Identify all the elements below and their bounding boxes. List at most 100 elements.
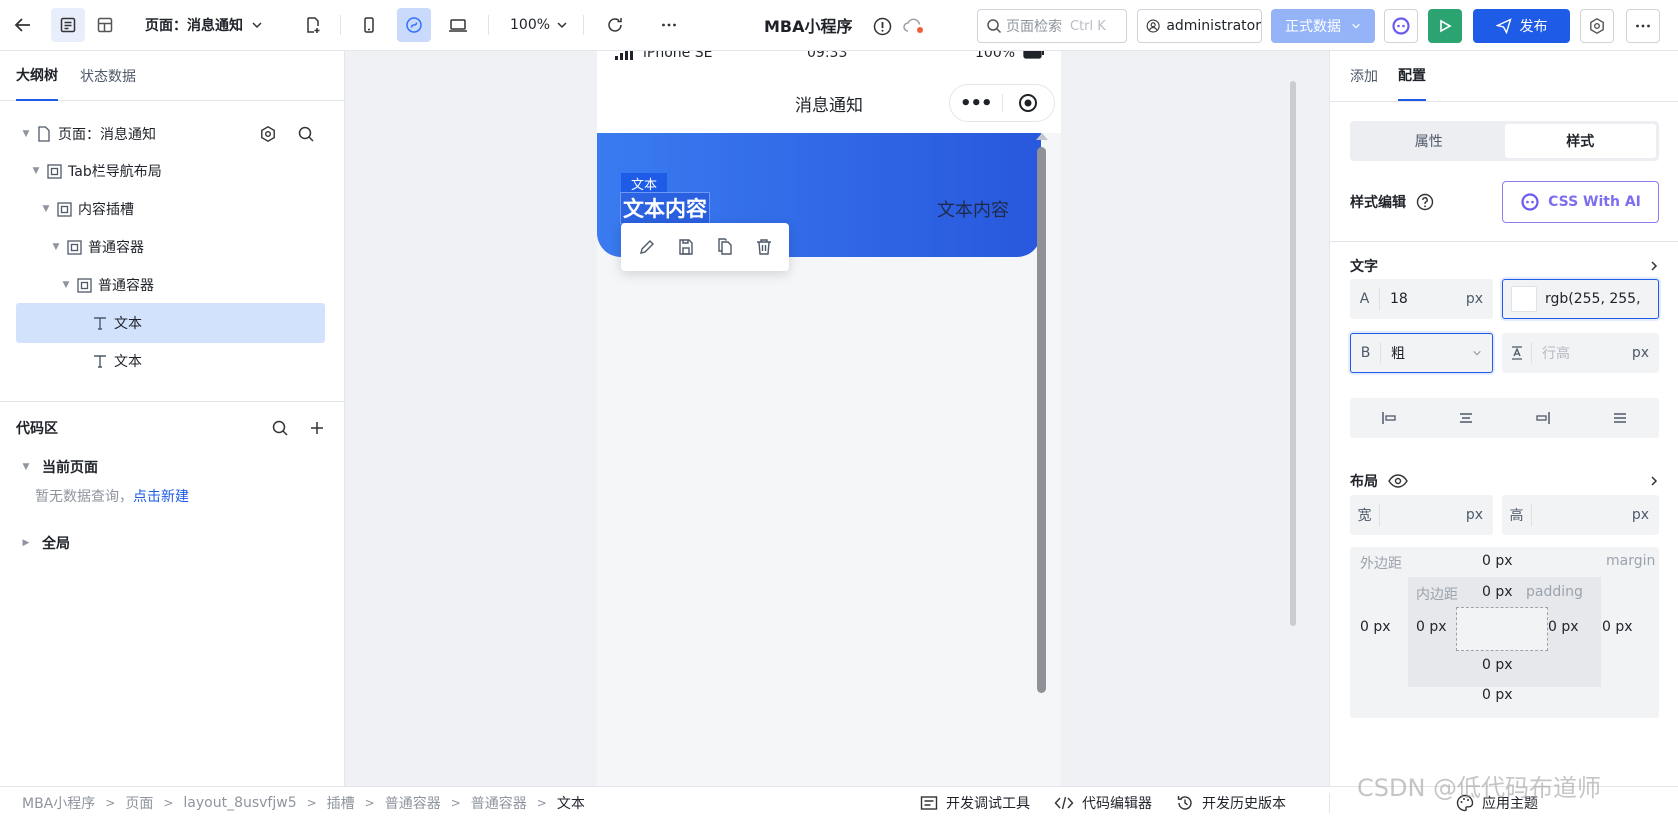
publish-button[interactable]: 发布 xyxy=(1473,9,1570,43)
more-menu-icon[interactable] xyxy=(1626,9,1660,43)
tree-item-tab-layout[interactable]: ▼ Tab栏导航布局 xyxy=(16,151,325,191)
layout-section-title[interactable]: 布局 xyxy=(1350,466,1408,496)
add-code-icon[interactable] xyxy=(309,420,325,436)
tab-config[interactable]: 配置 xyxy=(1398,51,1426,101)
css-with-ai-button[interactable]: CSS With AI xyxy=(1502,181,1659,223)
align-right-icon[interactable] xyxy=(1534,409,1552,427)
settings-icon[interactable] xyxy=(1580,9,1614,43)
tree-search-icon[interactable] xyxy=(297,125,315,143)
back-arrow-icon[interactable] xyxy=(6,8,40,42)
chevron-right-icon[interactable] xyxy=(1648,251,1660,281)
history-button[interactable]: 开发历史版本 xyxy=(1176,793,1286,813)
more-dots-icon[interactable]: ••• xyxy=(950,93,1002,114)
font-size-field[interactable]: A 18 px xyxy=(1350,279,1493,319)
scroll-thumb[interactable] xyxy=(1037,147,1046,693)
color-swatch[interactable] xyxy=(1511,286,1537,312)
padding-bottom-value[interactable]: 0 px xyxy=(1482,657,1513,673)
tab-add[interactable]: 添加 xyxy=(1350,51,1378,101)
help-icon[interactable] xyxy=(1416,193,1434,211)
caret-down-icon[interactable]: ▼ xyxy=(20,129,32,139)
page-settings-icon[interactable] xyxy=(259,125,277,143)
height-field[interactable]: 高 px xyxy=(1502,495,1659,535)
edit-pencil-icon[interactable] xyxy=(638,238,656,256)
phone-scrollbar[interactable] xyxy=(1035,133,1049,693)
tree-item-text[interactable]: 文本 xyxy=(16,341,325,381)
width-field[interactable]: 宽 px xyxy=(1350,495,1493,535)
caret-down-icon[interactable]: ▼ xyxy=(30,166,42,176)
breadcrumb-item[interactable]: 页面 xyxy=(125,793,153,813)
caret-down-icon[interactable]: ▼ xyxy=(60,280,72,290)
zoom-selector[interactable]: 100% xyxy=(510,8,568,42)
text-section-title[interactable]: 文字 xyxy=(1350,251,1378,281)
global-section[interactable]: ▶ 全局 xyxy=(16,523,325,563)
margin-top-value[interactable]: 0 px xyxy=(1482,553,1513,569)
selected-text-component[interactable]: 文本内容 xyxy=(620,192,710,224)
desktop-device-icon[interactable] xyxy=(441,8,475,42)
font-weight-select[interactable]: B 粗 xyxy=(1350,333,1493,373)
page-view-icon[interactable] xyxy=(51,8,85,42)
miniprogram-capsule[interactable]: ••• xyxy=(949,84,1055,122)
current-page-section[interactable]: ▼ 当前页面 xyxy=(16,447,325,487)
caret-down-icon[interactable]: ▼ xyxy=(50,242,62,252)
save-template-icon[interactable] xyxy=(677,238,695,256)
tab-state-data[interactable]: 状态数据 xyxy=(80,51,136,101)
align-center-icon[interactable] xyxy=(1457,409,1475,427)
line-height-field[interactable]: 行高 px xyxy=(1502,333,1659,373)
page-search-input[interactable]: 页面检索 Ctrl K xyxy=(977,9,1127,43)
code-editor-button[interactable]: 代码编辑器 xyxy=(1054,793,1152,813)
close-target-icon[interactable] xyxy=(1002,93,1054,113)
align-left-icon[interactable] xyxy=(1380,409,1398,427)
copy-icon[interactable] xyxy=(716,238,734,256)
add-page-icon[interactable] xyxy=(296,8,330,42)
eye-icon[interactable] xyxy=(1388,474,1408,488)
refresh-icon[interactable] xyxy=(598,8,632,42)
tree-item-container[interactable]: ▼ 普通容器 xyxy=(16,227,325,267)
caret-down-icon[interactable]: ▼ xyxy=(20,462,32,472)
tab-outline-tree[interactable]: 大纲树 xyxy=(16,51,58,101)
breadcrumb-item[interactable]: 普通容器 xyxy=(385,793,441,813)
margin-left-value[interactable]: 0 px xyxy=(1360,619,1391,635)
caret-right-icon[interactable]: ▶ xyxy=(20,538,32,548)
padding-top-value[interactable]: 0 px xyxy=(1482,584,1513,600)
breadcrumb-item[interactable]: 普通容器 xyxy=(471,793,527,813)
breadcrumb-item[interactable]: layout_8usvfjw5 xyxy=(183,795,296,811)
create-new-link[interactable]: 点击新建 xyxy=(133,489,189,505)
canvas-scrollbar[interactable] xyxy=(1290,81,1296,626)
page-selector[interactable]: 页面：消息通知 xyxy=(145,8,263,42)
delete-trash-icon[interactable] xyxy=(755,238,773,256)
segment-properties[interactable]: 属性 xyxy=(1353,124,1505,158)
code-search-icon[interactable] xyxy=(271,419,289,437)
padding-left-value[interactable]: 0 px xyxy=(1416,619,1447,635)
caret-down-icon[interactable]: ▼ xyxy=(40,204,52,214)
mobile-device-icon[interactable] xyxy=(352,8,386,42)
layout-view-icon[interactable] xyxy=(88,8,122,42)
ai-assistant-icon[interactable] xyxy=(1384,9,1418,43)
miniprogram-device-icon[interactable] xyxy=(397,8,431,42)
chevron-right-icon[interactable] xyxy=(1648,466,1660,496)
user-menu[interactable]: administrator xyxy=(1137,9,1262,43)
more-options-icon[interactable] xyxy=(652,8,686,42)
margin-right-value[interactable]: 0 px xyxy=(1602,619,1633,635)
tree-item-container[interactable]: ▼ 普通容器 xyxy=(16,265,325,305)
run-preview-button[interactable] xyxy=(1428,9,1462,43)
segment-styles[interactable]: 样式 xyxy=(1504,124,1656,158)
breadcrumb-current[interactable]: 文本 xyxy=(557,793,585,813)
breadcrumb-item[interactable]: MBA小程序 xyxy=(22,793,95,813)
app-theme-button[interactable]: 应用主题 xyxy=(1456,787,1538,818)
margin-bottom-value[interactable]: 0 px xyxy=(1482,687,1513,703)
design-canvas[interactable]: iPhone SE 09:33 100% 消息通知 ••• 文本 文本内容 文本… xyxy=(345,51,1329,786)
env-selector[interactable]: 正式数据 xyxy=(1271,9,1375,43)
tree-item-text-selected[interactable]: 文本 xyxy=(16,303,325,343)
font-color-field[interactable]: rgb(255, 255, xyxy=(1502,279,1659,319)
tree-item-label: 普通容器 xyxy=(88,240,144,256)
info-icon[interactable] xyxy=(872,16,892,36)
dev-tools-button[interactable]: 开发调试工具 xyxy=(920,793,1030,813)
tree-item-page[interactable]: ▼ 页面：消息通知 xyxy=(16,114,325,154)
padding-right-value[interactable]: 0 px xyxy=(1548,619,1579,635)
cloud-sync-icon[interactable] xyxy=(902,16,926,36)
scroll-up-arrow-icon[interactable] xyxy=(1036,133,1048,140)
align-justify-icon[interactable] xyxy=(1611,409,1629,427)
breadcrumb-item[interactable]: 插槽 xyxy=(327,793,355,813)
tree-item-content-slot[interactable]: ▼ 内容插槽 xyxy=(16,189,325,229)
text-component[interactable]: 文本内容 xyxy=(937,196,1009,222)
